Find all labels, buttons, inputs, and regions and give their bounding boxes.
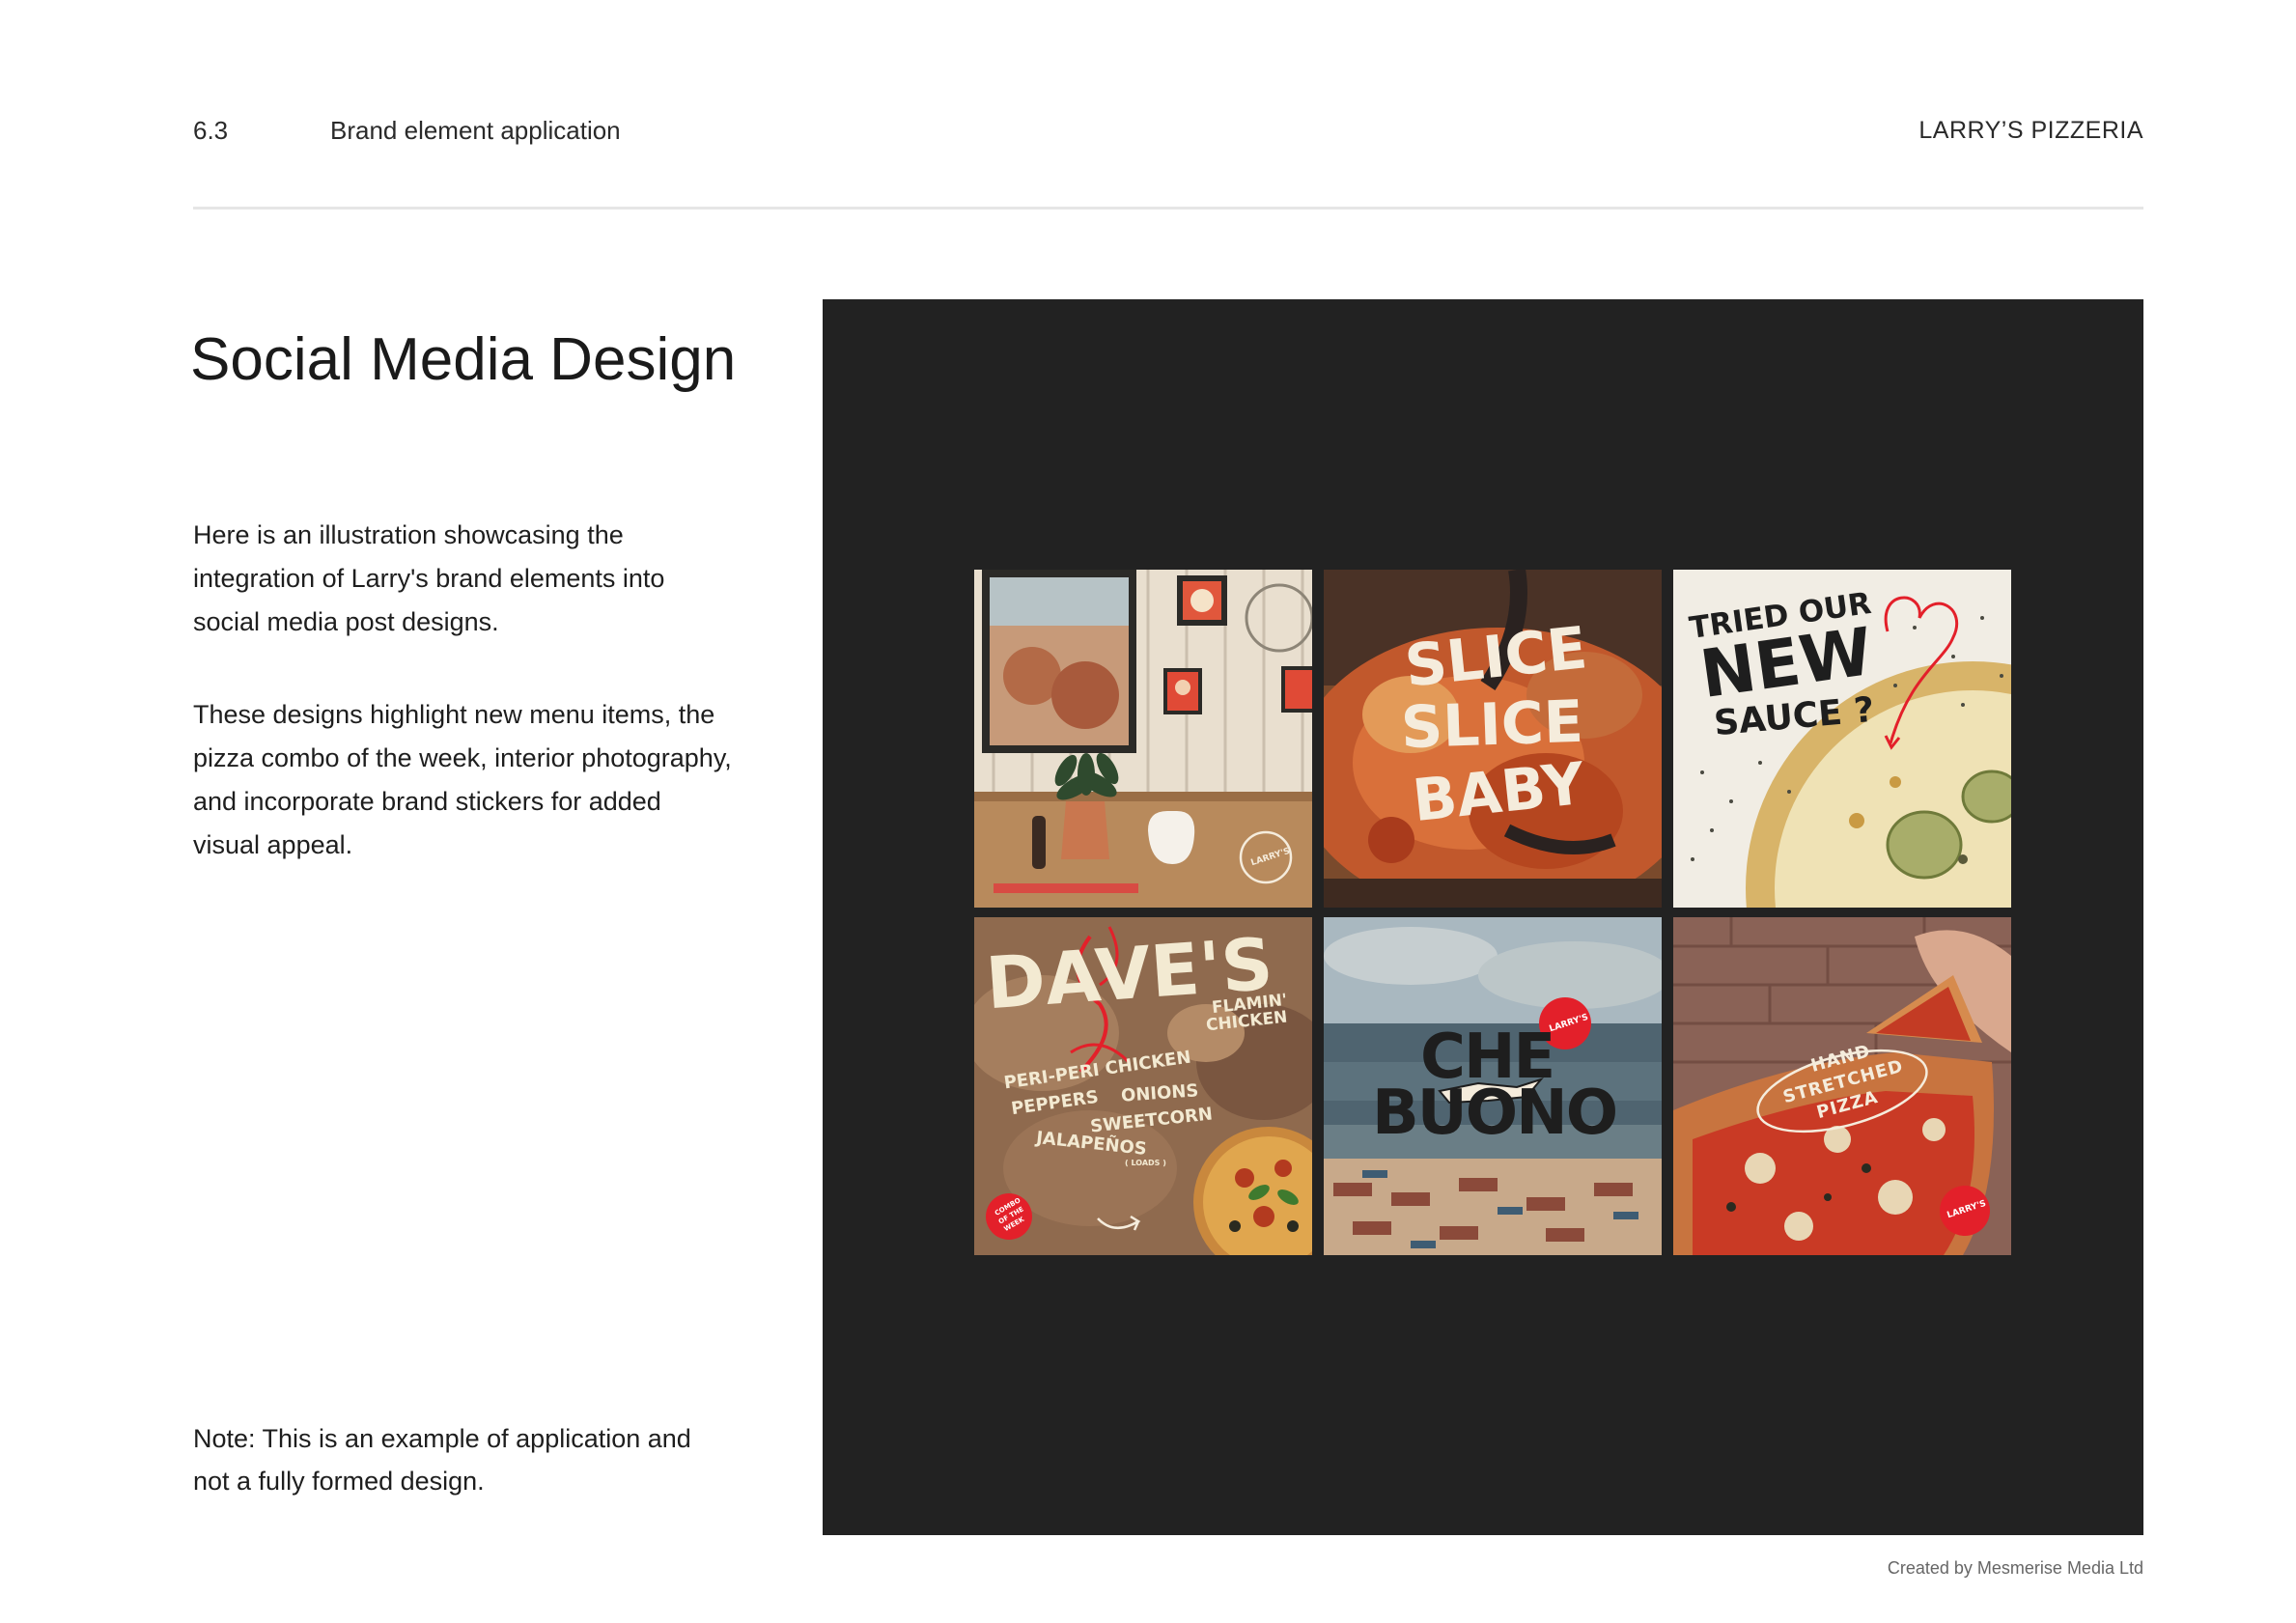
detail-paragraph: These designs highlight new menu items, … <box>193 700 732 859</box>
footer-credit: Created by Mesmerise Media Ltd <box>1887 1558 2143 1578</box>
section-number: 6.3 <box>193 116 229 145</box>
post-slice-slice-baby: SLICE SLICE BABY <box>1324 570 1662 908</box>
daves-loads: ( LOADS ) <box>1125 1159 1166 1167</box>
post-new-sauce: TRIED OUR NEW SAUCE ? <box>1673 570 2011 908</box>
brand-name: LARRY’S PIZZERIA <box>1918 117 2143 144</box>
page-title: Social Media Design <box>190 326 737 393</box>
social-post-grid: LARRY'S SLICE SLICE BABY TRIED OUR NEW S… <box>974 570 2011 1255</box>
section-title: Brand element application <box>330 116 621 145</box>
showcase-panel: LARRY'S SLICE SLICE BABY TRIED OUR NEW S… <box>823 299 2143 1535</box>
post-hand-stretched: HAND STRETCHED PIZZA LARRY'S <box>1673 917 2011 1255</box>
slice-line-2: SLICE <box>1399 687 1584 763</box>
post-interior: LARRY'S <box>974 570 1312 908</box>
post-daves-combo: DAVE'S FLAMIN' CHICKEN PERI-PERI CHICKEN… <box>974 917 1312 1255</box>
post-che-buono: CHE BUONO LARRY'S <box>1324 917 1662 1255</box>
disclaimer-note: Note: This is an example of application … <box>193 1424 691 1496</box>
buono-line-2: BUONO <box>1372 1077 1618 1149</box>
intro-paragraph: Here is an illustration showcasing the i… <box>193 520 665 636</box>
header-divider <box>193 207 2143 210</box>
